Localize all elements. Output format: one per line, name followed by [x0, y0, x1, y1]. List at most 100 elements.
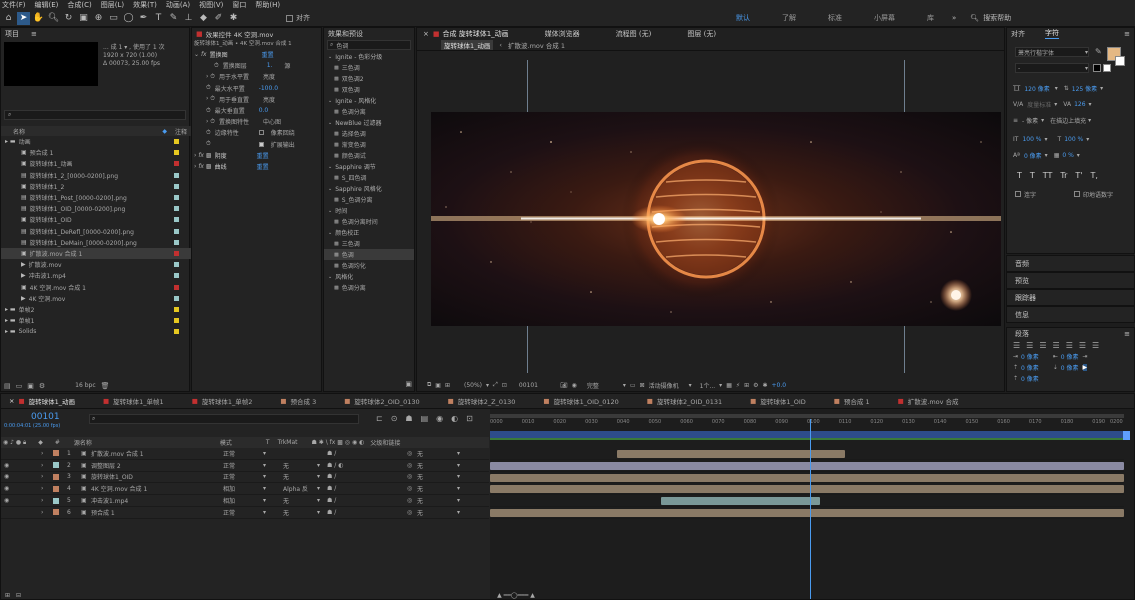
fx-param-value[interactable]: 中心图	[263, 117, 281, 126]
effect-controls-tab[interactable]: 效果控件 4K 空洞.mov	[206, 29, 274, 39]
toggle-pixel-icon[interactable]: ▦	[726, 382, 732, 389]
label-swatch[interactable]	[174, 250, 179, 256]
menu-item[interactable]: 文件(F)	[2, 0, 26, 10]
workspace-item[interactable]: 了解	[766, 13, 812, 23]
label-swatch[interactable]	[174, 262, 179, 268]
panel-menu-icon[interactable]: ≡	[1124, 30, 1130, 38]
motion-blur-icon[interactable]: ◉	[436, 414, 443, 423]
label-swatch[interactable]	[174, 183, 179, 189]
menu-item[interactable]: 视图(V)	[199, 0, 223, 10]
collapsed-panel[interactable]: 预览	[1006, 272, 1135, 289]
exposure-value[interactable]: +0.0	[772, 382, 787, 389]
comp-subtab[interactable]: 扩散波.mov 合成 1	[508, 40, 565, 50]
effect-item[interactable]: ▩ S_四色调	[324, 172, 414, 183]
layer-row[interactable]: ◉ › 2 ▣ 调整图层 2 正常 ▾ 无 ▾ ☗ / ◐ ◎ 无 ▾	[1, 460, 489, 472]
menu-item[interactable]: 效果(T)	[133, 0, 157, 10]
project-item[interactable]: ▤ 旋转球体1_OID_[0000-0200].png	[1, 203, 191, 214]
workspace-item[interactable]: 默认	[720, 13, 766, 23]
stroke-mode-select[interactable]: 在描边上填充	[1050, 116, 1086, 125]
expand-icon[interactable]: ›	[41, 509, 49, 516]
layer-name[interactable]: 冲击波1.mp4	[91, 496, 223, 505]
timeline-search-input[interactable]: ⌕	[89, 414, 359, 424]
camera-tool-icon[interactable]: ▣	[77, 12, 90, 25]
label-swatch[interactable]	[174, 318, 179, 324]
layer-duration-bar[interactable]	[490, 461, 1124, 470]
layer-row[interactable]: › 6 ▣ 预合成 1 正常 ▾ 无 ▾ ☗ / ◎ 无 ▾	[1, 507, 489, 519]
fx-param-value[interactable]: 扩展输出	[271, 140, 295, 149]
layer-mode-select[interactable]: 正常	[223, 461, 263, 470]
panel-menu-icon[interactable]: ≡	[1124, 330, 1130, 338]
layer-name[interactable]: 旋转球体1_OID	[91, 472, 223, 481]
work-area-range[interactable]	[490, 431, 1123, 438]
project-item[interactable]: ▤ 旋转球体1_DeMain_[0000-0200].png	[1, 237, 191, 248]
expand-icon[interactable]: ›	[41, 497, 49, 504]
rotate-tool-icon[interactable]: ↻	[62, 12, 75, 25]
menu-item[interactable]: 编辑(E)	[35, 0, 59, 10]
selection-tool-icon[interactable]: ➤	[17, 11, 30, 25]
layer-parent-select[interactable]: 无	[417, 472, 457, 481]
fx-param-value[interactable]: 亮度	[263, 95, 275, 104]
justify-center-icon[interactable]: ☰	[1066, 341, 1073, 350]
font-family-select[interactable]: 萧亮行楷字体 ▾	[1015, 47, 1089, 57]
expand-icon[interactable]: ›	[41, 485, 49, 492]
layer-row[interactable]: › 1 ▣ 扩散波.mov 合成 1 正常 ▾ ☗ / ◎ 无 ▾	[1, 448, 489, 460]
workspace-item[interactable]: 小屏幕	[858, 13, 911, 23]
layer-mode-select[interactable]: 相加	[223, 496, 263, 505]
workspace-menu-icon[interactable]: »	[952, 14, 956, 22]
comp-subtab[interactable]: 旋转球体1_动画	[441, 39, 494, 50]
space-before-value[interactable]: 0 像素	[1021, 363, 1039, 372]
layer-parent-select[interactable]: 无	[417, 461, 457, 470]
composition-viewport[interactable]	[431, 112, 1001, 326]
pen-tool-icon[interactable]: ✒	[137, 12, 150, 25]
snapshot-icon[interactable]: 📷︎	[560, 382, 568, 389]
justify-all-icon[interactable]: ☰	[1092, 341, 1099, 350]
pickwhip-icon[interactable]: ◎	[407, 509, 417, 516]
resolution-dropdown-icon[interactable]: ▾	[623, 382, 626, 389]
pan-behind-tool-icon[interactable]: ⊕	[92, 12, 105, 25]
collapsed-panel[interactable]: 跟踪器	[1006, 289, 1135, 306]
layer-parent-select[interactable]: 无	[417, 508, 457, 517]
fit-icon[interactable]: ⤢	[493, 381, 498, 389]
layer-duration-bar[interactable]	[661, 497, 820, 506]
fx-checkbox[interactable]	[258, 130, 264, 136]
roto-tool-icon[interactable]: ✐	[212, 12, 225, 25]
timeline-tab[interactable]: ■ 旋转球体1_OID	[750, 396, 806, 406]
always-preview-icon[interactable]: ⧉	[427, 381, 431, 389]
effect-item[interactable]: ▩ 色调均化	[324, 260, 414, 271]
effect-item[interactable]: ▩ 三色调	[324, 62, 414, 73]
project-tab[interactable]: 项目	[5, 29, 19, 39]
fx-reset-button[interactable]: 重置	[262, 50, 274, 59]
stopwatch-icon[interactable]: › ⏱	[206, 118, 215, 126]
zoom-select[interactable]: (50%)	[464, 382, 482, 389]
paragraph-tab[interactable]: 段落	[1015, 329, 1029, 339]
layer-trkmat-select[interactable]: 无	[283, 496, 317, 505]
layer-switches-icons[interactable]: ☗ /	[327, 509, 407, 516]
source-name-header[interactable]: 源名称	[74, 438, 92, 447]
fx-param-value[interactable]: 亮度	[263, 72, 275, 81]
project-search-input[interactable]: ⌕	[4, 110, 186, 120]
fx-param-value2[interactable]: 源	[284, 61, 290, 70]
comp-tab[interactable]: 图层 (无)	[687, 29, 716, 39]
menu-item[interactable]: 窗口	[232, 0, 246, 10]
layer-switches-icons[interactable]: ☗ /	[327, 485, 407, 492]
layer-parent-select[interactable]: 无	[417, 496, 457, 505]
layer-row[interactable]: ◉ › 3 ▣ 旋转球体1_OID 正常 ▾ 无 ▾ ☗ / ◎ 无 ▾	[1, 472, 489, 484]
type-style-button[interactable]: T'	[1075, 171, 1082, 180]
fx-param-value[interactable]: -100.0	[259, 85, 278, 92]
effect-item[interactable]: ▩ 渐变色调	[324, 139, 414, 150]
layer-duration-bar[interactable]	[490, 485, 1124, 494]
menu-item[interactable]: 合成(C)	[67, 0, 91, 10]
layer-trkmat-select[interactable]: 无	[283, 472, 317, 481]
label-swatch[interactable]	[174, 172, 179, 178]
puppet-tool-icon[interactable]: ✱	[227, 12, 240, 25]
label-swatch[interactable]	[174, 239, 179, 245]
label-swatch[interactable]	[174, 161, 179, 167]
stopwatch-icon[interactable]: › ⏱	[206, 95, 215, 103]
layer-mode-select[interactable]: 正常	[223, 472, 263, 481]
indent-left-value[interactable]: 0 像素	[1021, 352, 1039, 361]
layer-trkmat-select[interactable]: Alpha 反	[283, 484, 317, 493]
graph-editor-icon[interactable]: ◐	[451, 414, 458, 423]
search-help-input[interactable]: 搜索帮助	[983, 13, 1011, 23]
layer-trkmat-select[interactable]: 无	[283, 461, 317, 470]
region-of-interest-icon[interactable]: ▭	[630, 382, 636, 389]
